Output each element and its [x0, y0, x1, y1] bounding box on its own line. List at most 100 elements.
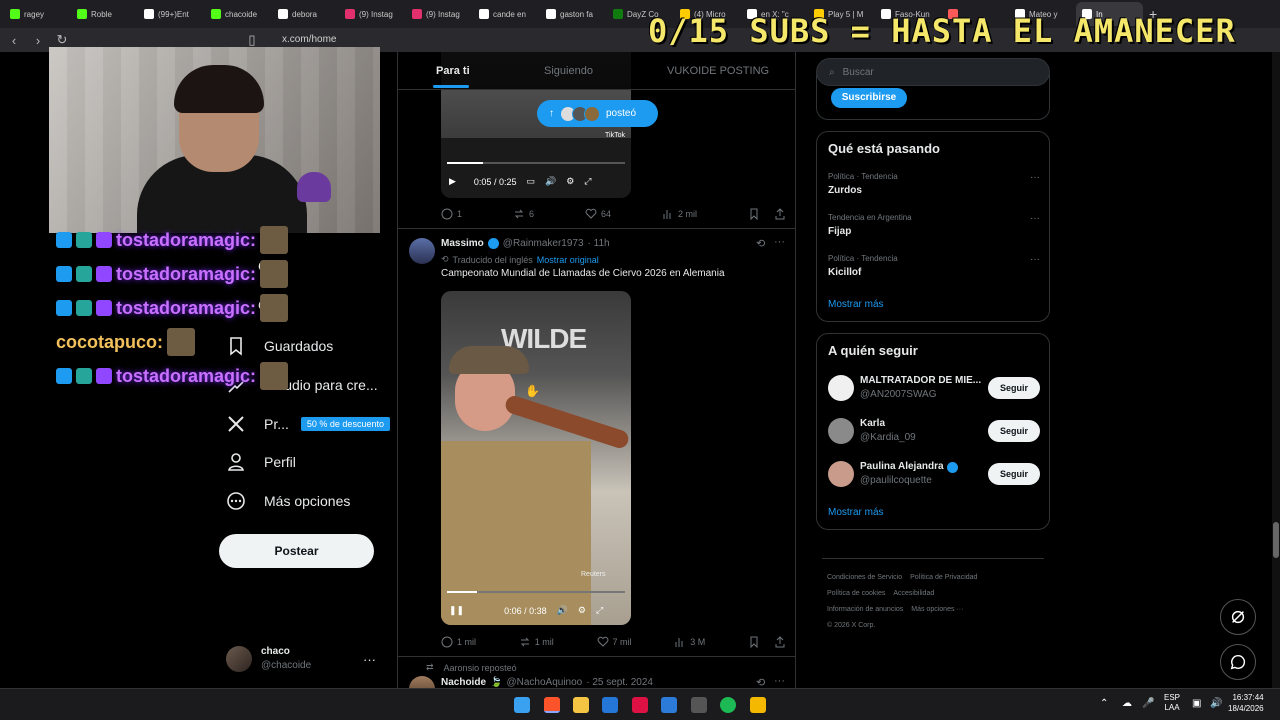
app-icon[interactable]: [632, 697, 648, 713]
follow-button[interactable]: Seguir: [988, 463, 1040, 485]
play-icon[interactable]: ▶: [449, 176, 456, 187]
reply-button[interactable]: 1 mil: [441, 636, 476, 648]
views-button[interactable]: 2 mil: [662, 208, 697, 220]
author-name[interactable]: Nachoide: [441, 677, 486, 688]
new-posts-pill[interactable]: ↑ posteó: [537, 100, 658, 127]
footer-link[interactable]: Accesibilidad: [893, 590, 934, 597]
like-button[interactable]: 7 mil: [597, 636, 632, 648]
browser-tab[interactable]: (99+)Ent: [138, 2, 205, 26]
page-scrollbar[interactable]: [1272, 52, 1280, 688]
system-clock[interactable]: 16:37:44 18/4/2026: [1228, 692, 1264, 714]
footer-link[interactable]: Política de Privacidad: [910, 574, 977, 581]
volume-icon[interactable]: 🔊: [557, 605, 568, 616]
tray-display-icon[interactable]: ▣: [1192, 698, 1201, 709]
browser-tab[interactable]: (9) Instag: [339, 2, 406, 26]
bing-icon[interactable]: [602, 697, 618, 713]
volume-icon[interactable]: 🔊: [545, 176, 556, 187]
share-icon[interactable]: [774, 636, 786, 648]
url-field[interactable]: x.com/home: [282, 34, 336, 45]
steam-icon[interactable]: [691, 697, 707, 713]
reload-icon[interactable]: ↻: [52, 32, 72, 48]
tray-chevron-icon[interactable]: ⌃: [1100, 698, 1108, 709]
bookmark-button[interactable]: [748, 636, 786, 648]
browser-tab[interactable]: gaston fa: [540, 2, 607, 26]
nav-item-mas-opciones[interactable]: Más opciones: [226, 491, 350, 511]
tab-para-ti[interactable]: Para ti: [436, 65, 470, 77]
trend-item[interactable]: Política · Tendencia Zurdos ···: [828, 172, 1040, 196]
browser-tab[interactable]: Roble: [71, 2, 138, 26]
reply-button[interactable]: 1: [441, 208, 462, 220]
ccleaner-icon[interactable]: [661, 697, 677, 713]
captions-icon[interactable]: ▭: [526, 176, 535, 187]
spotify-icon[interactable]: [720, 697, 736, 713]
messages-button[interactable]: [1220, 644, 1256, 680]
back-icon[interactable]: ‹: [4, 33, 24, 48]
post-button[interactable]: Postear: [219, 534, 374, 568]
bookmark-page-icon[interactable]: ▯: [242, 32, 262, 48]
browser-tab[interactable]: debora: [272, 2, 339, 26]
account-menu-icon[interactable]: ···: [363, 652, 376, 667]
trend-menu-icon[interactable]: ···: [1030, 213, 1040, 224]
fullscreen-icon[interactable]: ⤢: [584, 176, 591, 187]
repost-button[interactable]: 1 mil: [519, 636, 554, 648]
subscribe-button[interactable]: Suscribirse: [831, 88, 907, 108]
fullscreen-icon[interactable]: ⤢: [596, 605, 603, 616]
trend-item[interactable]: Política · Tendencia Kicillof ···: [828, 254, 1040, 278]
grok-icon[interactable]: ⟲: [756, 237, 765, 250]
scrollbar-thumb[interactable]: [1273, 522, 1279, 558]
footer-link[interactable]: Más opciones ···: [911, 606, 963, 613]
views-button[interactable]: 3 M: [674, 636, 705, 648]
browser-tab[interactable]: (9) Instag: [406, 2, 473, 26]
grok-icon[interactable]: ⟲: [756, 676, 765, 688]
author-handle[interactable]: @NachoAquinoo: [506, 677, 582, 688]
tweet2-video[interactable]: WILDE Reuters ❚❚ 0:06 / 0:38 🔊 ⚙ ⤢: [441, 291, 631, 625]
windows-start-icon[interactable]: [514, 697, 530, 713]
pause-icon[interactable]: ❚❚: [449, 605, 464, 616]
footer-link[interactable]: Política de cookies: [827, 590, 885, 597]
file-explorer-icon[interactable]: [573, 697, 589, 713]
tray-volume-icon[interactable]: 🔊: [1210, 698, 1222, 709]
reposted-by[interactable]: Aaronsio reposteó: [444, 663, 517, 673]
trend-menu-icon[interactable]: ···: [1030, 172, 1040, 183]
video-progress[interactable]: [447, 162, 625, 164]
tray-mic-icon[interactable]: 🎤: [1142, 698, 1154, 709]
follow-suggestion[interactable]: Karla @Kardia_09 Seguir: [828, 416, 1040, 446]
nav-item-guardados[interactable]: Guardados: [226, 336, 333, 356]
settings-icon[interactable]: ⚙: [566, 176, 574, 187]
video-progress[interactable]: [447, 591, 625, 593]
settings-icon[interactable]: ⚙: [578, 605, 586, 616]
account-switcher[interactable]: chaco @chacoide ···: [226, 642, 386, 676]
footer-link[interactable]: © 2026 X Corp.: [827, 622, 875, 629]
share-icon[interactable]: [774, 208, 786, 220]
nav-item-perfil[interactable]: Perfil: [226, 452, 296, 472]
trends-show-more[interactable]: Mostrar más: [828, 299, 884, 310]
language-indicator[interactable]: ESP LAA: [1164, 693, 1180, 713]
follow-suggestion[interactable]: MALTRATADOR DE MIE... @AN2007SWAG Seguir: [828, 373, 1040, 403]
like-button[interactable]: 64: [585, 208, 611, 220]
avatar[interactable]: [409, 676, 435, 688]
footer-link[interactable]: Información de anuncios: [827, 606, 903, 613]
nav-item-premium[interactable]: Pr... 50 % de descuento: [226, 414, 390, 434]
grok-button[interactable]: [1220, 599, 1256, 635]
browser-tab[interactable]: ragey: [4, 2, 71, 26]
brave-browser-icon[interactable]: [544, 697, 560, 713]
follow-button[interactable]: Seguir: [988, 420, 1040, 442]
tweet-menu-icon[interactable]: ···: [774, 675, 785, 687]
forward-icon[interactable]: ›: [28, 33, 48, 48]
browser-tab[interactable]: chacoide: [205, 2, 272, 26]
follow-suggestion[interactable]: Paulina Alejandra @paulilcoquette Seguir: [828, 459, 1040, 489]
bookmark-button[interactable]: [748, 208, 786, 220]
browser-tab[interactable]: cande en: [473, 2, 540, 26]
tab-vukoide-posting[interactable]: VUKOIDE POSTING: [667, 65, 769, 77]
follow-button[interactable]: Seguir: [988, 377, 1040, 399]
repost-button[interactable]: 6: [513, 208, 534, 220]
trend-item[interactable]: Tendencia en Argentina Fijap ···: [828, 213, 1040, 237]
follow-show-more[interactable]: Mostrar más: [828, 507, 884, 518]
footer-link[interactable]: Condiciones de Servicio: [827, 574, 902, 581]
show-original-link[interactable]: Mostrar original: [537, 255, 599, 265]
tray-network-icon[interactable]: ☁: [1122, 698, 1132, 709]
avatar[interactable]: [409, 238, 435, 264]
author-name[interactable]: Massimo: [441, 238, 484, 249]
tweet-menu-icon[interactable]: ···: [774, 236, 785, 248]
store-icon[interactable]: [750, 697, 766, 713]
